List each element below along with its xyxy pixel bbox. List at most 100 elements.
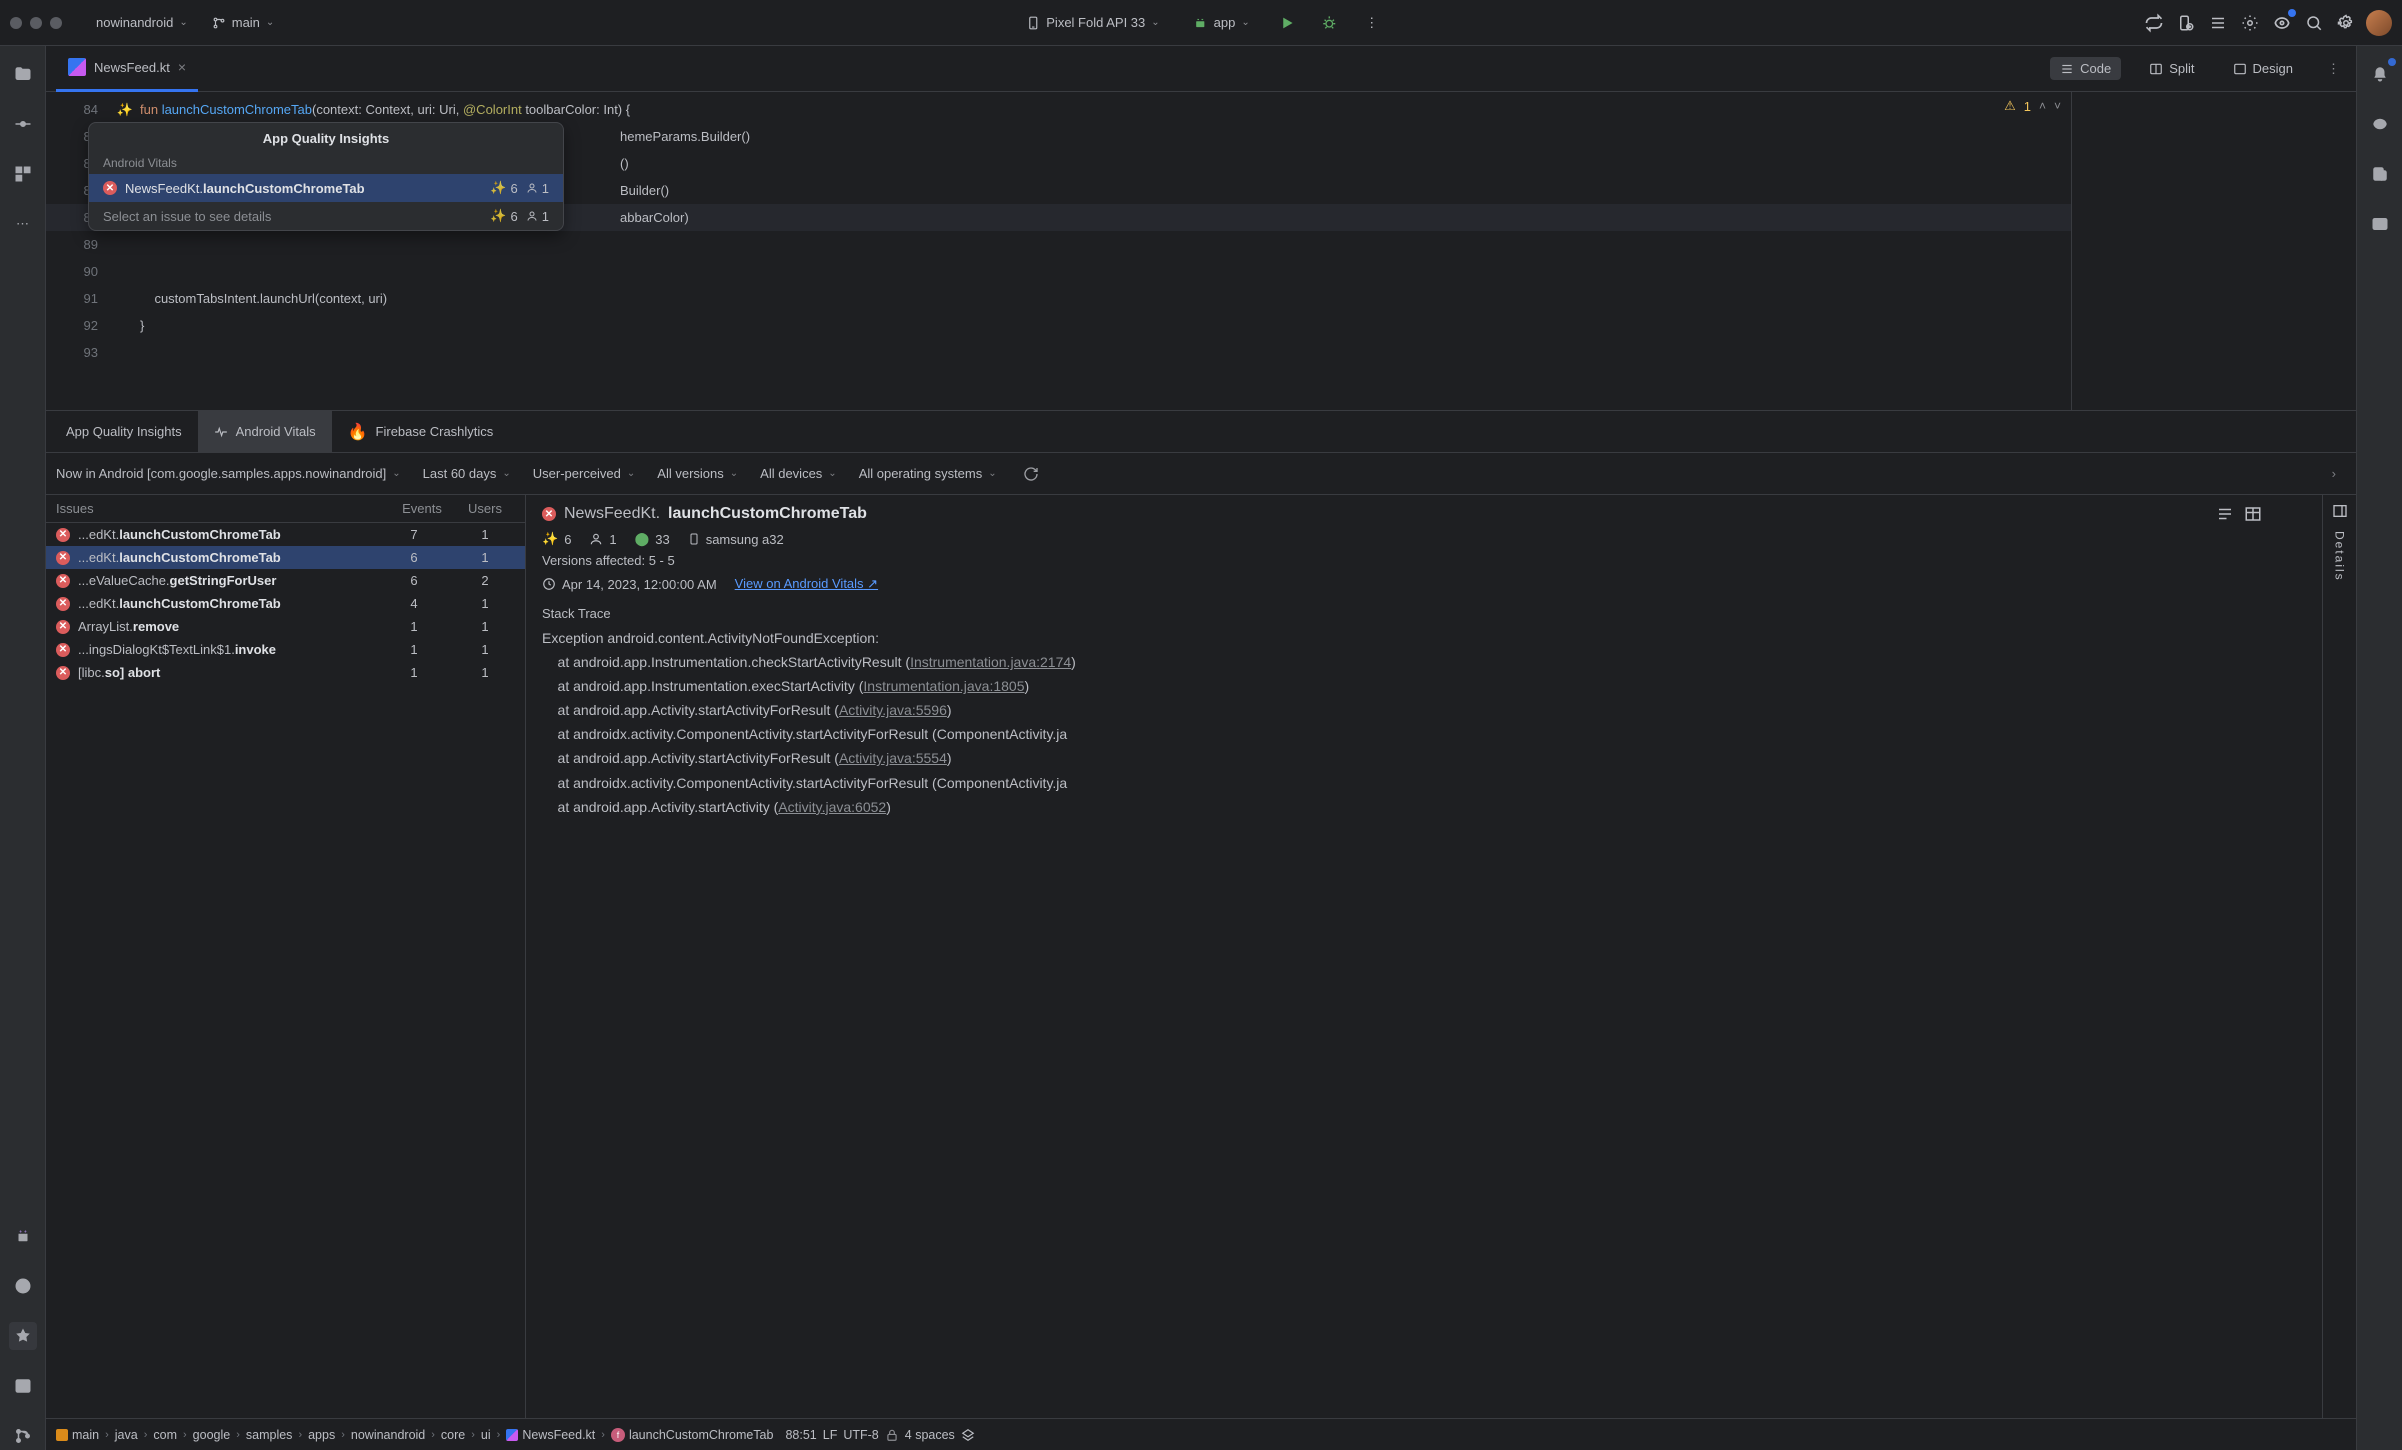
breadcrumb-item[interactable]: google <box>193 1428 231 1442</box>
sync-icon[interactable] <box>2142 11 2166 35</box>
mode-label: Split <box>2169 61 2194 76</box>
breadcrumb-item[interactable]: main <box>56 1428 99 1442</box>
debug-button[interactable] <box>1318 11 1342 35</box>
trace-link[interactable]: Activity.java:6052 <box>778 799 886 815</box>
search-icon[interactable] <box>2302 11 2326 35</box>
ide-updates-icon[interactable] <box>2238 11 2262 35</box>
project-selector[interactable]: nowinandroid ⌄ <box>88 11 196 34</box>
more-tools-icon[interactable]: ⋯ <box>9 210 37 238</box>
close-window-icon[interactable] <box>10 17 22 29</box>
resource-manager-icon[interactable] <box>9 160 37 188</box>
events-column-header[interactable]: Events <box>389 501 455 516</box>
run-config-selector[interactable]: app ⌄ <box>1186 11 1258 34</box>
close-tab-icon[interactable]: × <box>178 59 186 75</box>
trace-link[interactable]: Instrumentation.java:2174 <box>910 654 1071 670</box>
app-quality-insights-tool-icon[interactable] <box>9 1322 37 1350</box>
ai-sparkle-icon[interactable]: ✨ <box>110 102 140 118</box>
error-icon: ✕ <box>56 666 70 680</box>
sparkle-icon: ✨ <box>490 180 506 196</box>
trace-link[interactable]: Instrumentation.java:1805 <box>863 678 1024 694</box>
device-explorer-icon[interactable] <box>2366 210 2394 238</box>
editor-options-icon[interactable]: ⋮ <box>2321 61 2346 77</box>
android-icon[interactable] <box>9 1222 37 1250</box>
perception-filter[interactable]: User-perceived⌄ <box>533 466 636 481</box>
aqi-inline-popup: App Quality Insights Android Vitals ✕ Ne… <box>88 122 564 231</box>
settings-icon[interactable] <box>2334 11 2358 35</box>
versions-filter[interactable]: All versions⌄ <box>657 466 738 481</box>
tab-firebase-crashlytics[interactable]: 🔥 Firebase Crashlytics <box>332 411 510 453</box>
scroll-filters-icon[interactable]: › <box>2332 466 2346 481</box>
issue-row[interactable]: ✕...edKt.launchCustomChromeTab61 <box>46 546 525 569</box>
popup-issue-row[interactable]: ✕ NewsFeedKt.launchCustomChromeTab ✨6 1 <box>89 174 563 202</box>
breadcrumb-item[interactable]: apps <box>308 1428 335 1442</box>
terminal-tool-icon[interactable] <box>9 1372 37 1400</box>
issue-row[interactable]: ✕...edKt.launchCustomChromeTab71 <box>46 523 525 546</box>
device-manager-icon[interactable] <box>2174 11 2198 35</box>
issue-row[interactable]: ✕...eValueCache.getStringForUser62 <box>46 569 525 592</box>
android-icon <box>1194 16 1208 30</box>
issue-row[interactable]: ✕...edKt.launchCustomChromeTab41 <box>46 592 525 615</box>
editor-tab[interactable]: NewsFeed.kt × <box>56 46 198 92</box>
window-controls[interactable] <box>10 17 62 29</box>
breadcrumb-item[interactable]: samples <box>246 1428 293 1442</box>
app-inspection-icon[interactable] <box>2206 11 2230 35</box>
prev-highlight-icon[interactable]: ˄ <box>2039 99 2046 113</box>
user-avatar[interactable] <box>2366 10 2392 36</box>
popup-hint-row[interactable]: Select an issue to see details ✨6 1 <box>89 202 563 230</box>
fire-icon: 🔥 <box>348 422 368 442</box>
breadcrumb-item[interactable]: com <box>153 1428 177 1442</box>
minimize-window-icon[interactable] <box>30 17 42 29</box>
project-tool-icon[interactable] <box>9 60 37 88</box>
indent-settings[interactable]: 4 spaces <box>905 1428 955 1442</box>
inspections-widget[interactable]: ⚠ 1 ˄ ˅ <box>2004 98 2061 114</box>
details-panel-icon[interactable] <box>2332 503 2348 519</box>
issue-row[interactable]: ✕...ingsDialogKt$TextLink$1.invoke11 <box>46 638 525 661</box>
time-filter[interactable]: Last 60 days⌄ <box>423 466 511 481</box>
tab-app-quality-insights[interactable]: App Quality Insights <box>50 411 198 453</box>
more-actions-icon[interactable]: ⋮ <box>1360 11 1384 35</box>
running-devices-icon[interactable] <box>2366 160 2394 188</box>
readonly-toggle-icon[interactable] <box>885 1428 899 1442</box>
users-column-header[interactable]: Users <box>455 501 515 516</box>
problems-tool-icon[interactable] <box>9 1272 37 1300</box>
issues-column-header[interactable]: Issues <box>56 501 389 516</box>
breadcrumb-item[interactable]: flaunchCustomChromeTab <box>611 1428 774 1442</box>
refresh-icon[interactable] <box>1023 466 1039 482</box>
design-view-mode[interactable]: Design <box>2223 57 2303 80</box>
breadcrumb-item[interactable]: nowinandroid <box>351 1428 425 1442</box>
breadcrumb-item[interactable]: NewsFeed.kt <box>506 1428 595 1442</box>
gradle-tool-icon[interactable] <box>2366 110 2394 138</box>
notifications-icon[interactable] <box>2366 60 2394 88</box>
editor-tab-label: NewsFeed.kt <box>94 60 170 75</box>
issue-row[interactable]: ✕ArrayList.remove11 <box>46 615 525 638</box>
file-encoding[interactable]: UTF-8 <box>843 1428 878 1442</box>
split-view-mode[interactable]: Split <box>2139 57 2204 80</box>
device-selector[interactable]: Pixel Fold API 33 ⌄ <box>1018 11 1167 34</box>
code-view-mode[interactable]: Code <box>2050 57 2121 80</box>
version-control-tool-icon[interactable] <box>9 1422 37 1450</box>
commit-tool-icon[interactable] <box>9 110 37 138</box>
devices-filter[interactable]: All devices⌄ <box>760 466 837 481</box>
next-highlight-icon[interactable]: ˅ <box>2054 99 2061 113</box>
table-view-icon[interactable] <box>2244 505 2262 523</box>
breadcrumb-item[interactable]: ui <box>481 1428 491 1442</box>
app-filter[interactable]: Now in Android [com.google.samples.apps.… <box>56 466 401 481</box>
details-side-label[interactable]: Details <box>2333 531 2347 582</box>
cursor-position[interactable]: 88:51 <box>785 1428 816 1442</box>
toggle-wrap-icon[interactable] <box>2216 505 2234 523</box>
zoom-window-icon[interactable] <box>50 17 62 29</box>
status-extra-icon[interactable] <box>961 1428 975 1442</box>
trace-link[interactable]: Activity.java:5554 <box>839 750 947 766</box>
breadcrumb-item[interactable]: core <box>441 1428 465 1442</box>
tab-android-vitals[interactable]: Android Vitals <box>198 411 332 453</box>
line-separator[interactable]: LF <box>823 1428 838 1442</box>
error-icon: ✕ <box>103 181 117 195</box>
branch-selector[interactable]: main ⌄ <box>204 11 283 34</box>
issue-row[interactable]: ✕[libc.so] abort11 <box>46 661 525 684</box>
view-on-vitals-link[interactable]: View on Android Vitals ↗ <box>735 576 878 592</box>
breadcrumb-item[interactable]: java <box>115 1428 138 1442</box>
ai-assistant-icon[interactable] <box>2270 11 2294 35</box>
run-button[interactable] <box>1276 11 1300 35</box>
trace-link[interactable]: Activity.java:5596 <box>839 702 947 718</box>
os-filter[interactable]: All operating systems⌄ <box>859 466 997 481</box>
